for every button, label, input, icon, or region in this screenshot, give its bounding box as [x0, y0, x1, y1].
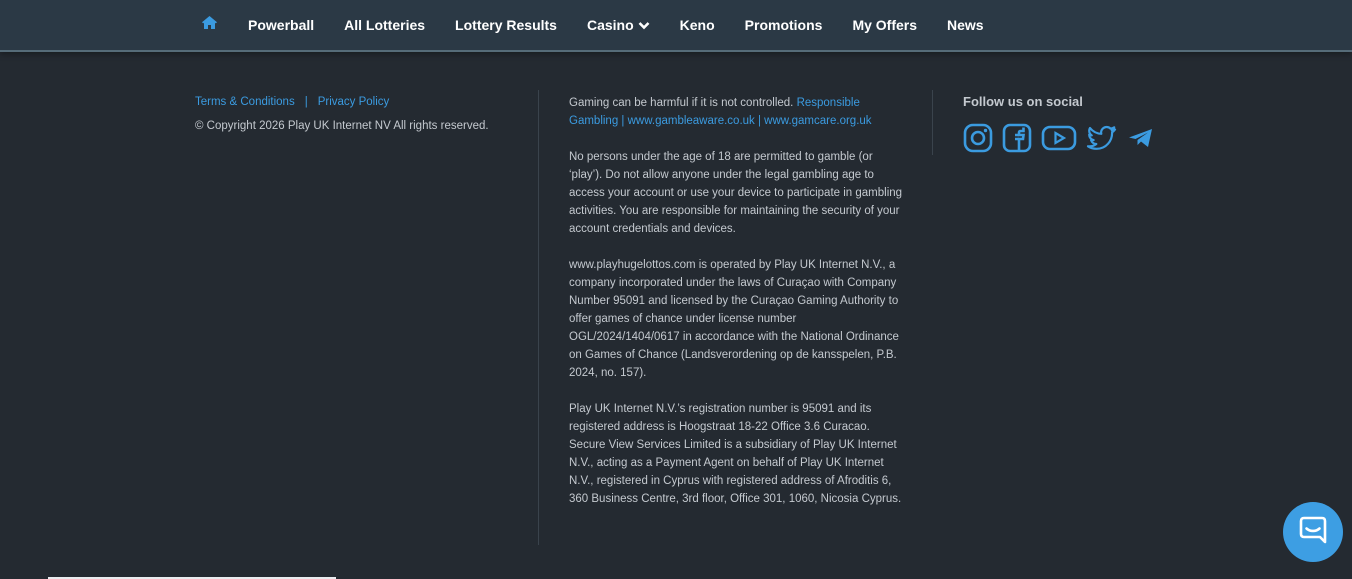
- registration-info: Play UK Internet N.V.’s registration num…: [569, 403, 902, 505]
- facebook-icon[interactable]: [1002, 123, 1032, 153]
- live-chat-button[interactable]: [1283, 502, 1343, 562]
- copyright-text: © Copyright 2026 Play UK Internet NV All…: [195, 120, 489, 132]
- footer-divider: [538, 90, 539, 545]
- privacy-link[interactable]: Privacy Policy: [318, 96, 390, 108]
- nav-item-all-lotteries[interactable]: All Lotteries: [344, 17, 425, 33]
- youtube-icon[interactable]: [1041, 123, 1077, 153]
- nav-list: Powerball All Lotteries Lottery Results …: [201, 0, 1014, 50]
- operator-info: www.playhugelottos.com is operated by Pl…: [569, 259, 899, 379]
- nav-item-casino[interactable]: Casino: [587, 17, 650, 33]
- responsible-gambling-notice: Gaming can be harmful if it is not contr…: [569, 97, 872, 127]
- home-icon: [201, 15, 218, 35]
- chat-icon: [1298, 515, 1328, 550]
- instagram-icon[interactable]: [963, 123, 993, 153]
- nav-item-news[interactable]: News: [947, 17, 984, 33]
- footer-info-column: Gaming can be harmful if it is not contr…: [569, 94, 909, 526]
- nav-item-promotions[interactable]: Promotions: [745, 17, 823, 33]
- social-title: Follow us on social: [963, 94, 1083, 109]
- social-icons: [963, 123, 1164, 153]
- footer-divider: [932, 90, 933, 155]
- legal-links: Terms & Conditions | Privacy Policy: [195, 96, 525, 108]
- nav-item-keno[interactable]: Keno: [680, 17, 715, 33]
- telegram-icon[interactable]: [1127, 123, 1155, 153]
- age-notice: No persons under the age of 18 are permi…: [569, 151, 903, 235]
- twitter-icon[interactable]: [1086, 123, 1118, 153]
- nav-item-home[interactable]: [201, 15, 218, 35]
- nav-item-lottery-results[interactable]: Lottery Results: [455, 17, 557, 33]
- top-navigation: Powerball All Lotteries Lottery Results …: [0, 0, 1352, 52]
- footer-social-column: Follow us on social: [963, 94, 1164, 153]
- link-separator: |: [304, 96, 308, 108]
- nav-item-powerball[interactable]: Powerball: [248, 17, 314, 33]
- footer-legal-column: Terms & Conditions | Privacy Policy © Co…: [195, 96, 525, 132]
- chevron-down-icon: [638, 21, 650, 30]
- terms-link[interactable]: Terms & Conditions: [195, 96, 295, 108]
- nav-item-my-offers[interactable]: My Offers: [852, 17, 917, 33]
